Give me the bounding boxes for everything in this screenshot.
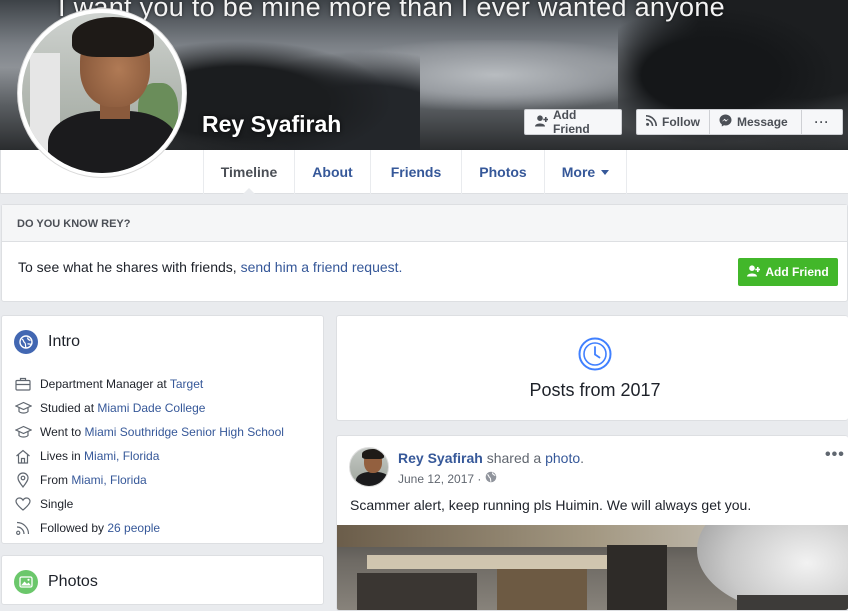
tab-about[interactable]: About [295, 150, 371, 194]
globe-icon [14, 330, 38, 354]
profile-action-group: Follow Message ··· [636, 109, 843, 135]
highschool-link[interactable]: Miami Southridge Senior High School [84, 425, 283, 439]
post-author-name[interactable]: Rey Syafirah [398, 450, 483, 466]
clock-icon [578, 337, 612, 376]
tab-more-label: More [561, 164, 596, 180]
posts-from-year-title: Posts from 2017 [529, 380, 661, 400]
graduation-cap-icon [14, 399, 32, 417]
follow-label: Follow [662, 115, 700, 129]
followers-link[interactable]: 26 people [107, 521, 160, 535]
profile-name[interactable]: Rey Syafirah [202, 111, 341, 138]
profile-picture[interactable] [17, 8, 187, 178]
messenger-icon [719, 114, 732, 130]
post-timestamp[interactable]: June 12, 2017 · [398, 471, 497, 486]
post-card: Rey Syafirah shared a photo. June 12, 20… [336, 435, 848, 611]
tab-photos[interactable]: Photos [462, 150, 545, 194]
profile-photo-image [22, 13, 182, 173]
tab-timeline[interactable]: Timeline [203, 150, 295, 195]
posts-from-year-card: Posts from 2017 [336, 315, 848, 421]
intro-title-label: Intro [48, 333, 81, 350]
rss-icon [645, 115, 657, 129]
chevron-down-icon [601, 169, 610, 175]
intro-item-relationship: Single [14, 492, 314, 516]
post-object-link[interactable]: photo [545, 450, 580, 466]
home-icon [14, 447, 32, 465]
more-options-button[interactable]: ··· [802, 110, 842, 134]
post-author-avatar[interactable] [349, 447, 389, 487]
tab-timeline-label: Timeline [220, 164, 278, 180]
add-friend-icon [535, 114, 549, 130]
do-you-know-prompt: To see what he shares with friends, [18, 259, 241, 275]
post-date-label: June 12, 2017 · [398, 471, 482, 486]
photo-icon [14, 570, 38, 594]
intro-item-highschool: Went to Miami Southridge Senior High Sch… [14, 420, 314, 444]
tab-about-label: About [312, 164, 353, 180]
intro-card: Intro Department Manager at Target Studi… [1, 315, 324, 544]
tab-friends-label: Friends [390, 164, 442, 180]
graduation-cap-icon [14, 423, 32, 441]
do-you-know-card: DO YOU KNOW REY? To see what he shares w… [1, 204, 848, 302]
add-friend-button[interactable]: Add Friend [524, 108, 622, 136]
add-friend-icon [747, 264, 761, 280]
post-header: Rey Syafirah shared a photo. [398, 450, 585, 466]
do-you-know-header: DO YOU KNOW REY? [2, 205, 847, 242]
college-link[interactable]: Miami Dade College [97, 401, 205, 415]
add-friend-green-label: Add Friend [765, 265, 829, 279]
globe-icon [485, 471, 497, 486]
from-link[interactable]: Miami, Florida [71, 473, 146, 487]
photos-title[interactable]: Photos [14, 570, 98, 594]
heart-icon [14, 495, 32, 513]
photos-title-label: Photos [48, 573, 98, 590]
intro-item-followers: Followed by 26 people [14, 516, 314, 540]
intro-title: Intro [14, 330, 80, 354]
location-pin-icon [14, 471, 32, 489]
message-button[interactable]: Message [710, 110, 802, 134]
tab-photos-label: Photos [479, 164, 527, 180]
intro-list: Department Manager at Target Studied at … [14, 372, 314, 540]
rss-icon [14, 519, 32, 537]
tab-friends[interactable]: Friends [371, 150, 462, 194]
briefcase-icon [14, 375, 32, 393]
post-text: Scammer alert, keep running pls Huimin. … [350, 497, 752, 513]
intro-item-work: Department Manager at Target [14, 372, 314, 396]
lives-in-link[interactable]: Miami, Florida [84, 449, 159, 463]
follow-button[interactable]: Follow [637, 110, 710, 134]
intro-item-college: Studied at Miami Dade College [14, 396, 314, 420]
friend-request-link[interactable]: send him a friend request. [241, 259, 403, 275]
more-options-icon: ··· [814, 115, 830, 129]
photos-card: Photos [1, 555, 324, 605]
work-link[interactable]: Target [170, 377, 203, 391]
add-friend-label: Add Friend [553, 108, 590, 136]
add-friend-green-button[interactable]: Add Friend [738, 258, 838, 286]
tab-more[interactable]: More [545, 150, 627, 194]
intro-item-lives-in: Lives in Miami, Florida [14, 444, 314, 468]
intro-item-from: From Miami, Florida [14, 468, 314, 492]
message-label: Message [737, 115, 788, 129]
cover-quote: I want you to be mine more than I ever w… [58, 0, 725, 22]
post-options-menu[interactable]: ••• [825, 446, 845, 464]
do-you-know-text: To see what he shares with friends, send… [18, 259, 402, 275]
post-photo[interactable] [337, 525, 848, 610]
